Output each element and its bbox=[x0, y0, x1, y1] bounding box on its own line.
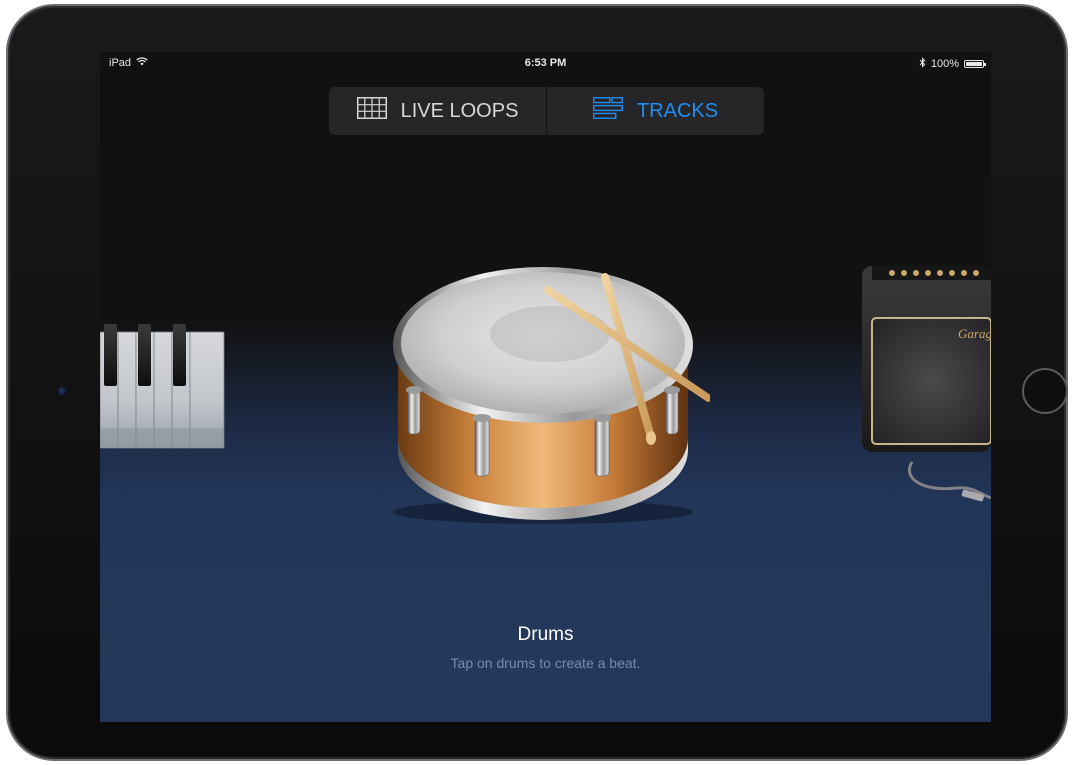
app-screen: iPad 6:53 PM 100% LIVE LOOPS TRACKS Gara… bbox=[100, 52, 991, 722]
tracks-icon bbox=[592, 97, 623, 125]
keyboard-illustration bbox=[100, 324, 225, 449]
guitar-amp-illustration: Garag bbox=[862, 266, 991, 502]
drums-instrument[interactable] bbox=[380, 250, 712, 525]
bluetooth-icon bbox=[919, 57, 926, 71]
status-right: 100% bbox=[919, 57, 986, 71]
tab-tracks-label: TRACKS bbox=[636, 99, 719, 122]
tab-tracks[interactable]: TRACKS bbox=[546, 87, 764, 135]
keyboard-instrument[interactable] bbox=[100, 324, 230, 454]
battery-icon bbox=[964, 60, 986, 68]
snare-drum-illustration bbox=[393, 267, 712, 524]
status-bar: iPad 6:53 PM 100% bbox=[100, 52, 991, 74]
battery-percent: 100% bbox=[930, 58, 959, 70]
instrument-subtitle: Tap on drums to create a beat. bbox=[450, 655, 641, 671]
amp-logo: Garag bbox=[958, 326, 991, 341]
guitar-amp-instrument[interactable]: Garag bbox=[862, 266, 991, 506]
tab-live-loops[interactable]: LIVE LOOPS bbox=[329, 87, 546, 135]
grid-icon bbox=[356, 97, 387, 125]
front-camera bbox=[58, 387, 67, 396]
tab-live-loops-label: LIVE LOOPS bbox=[400, 99, 519, 122]
view-mode-switch: LIVE LOOPS TRACKS bbox=[329, 87, 764, 135]
instrument-title: Drums bbox=[517, 624, 574, 645]
home-button[interactable] bbox=[1022, 368, 1068, 414]
status-time: 6:53 PM bbox=[524, 57, 567, 69]
battery-level-fill bbox=[966, 62, 982, 66]
